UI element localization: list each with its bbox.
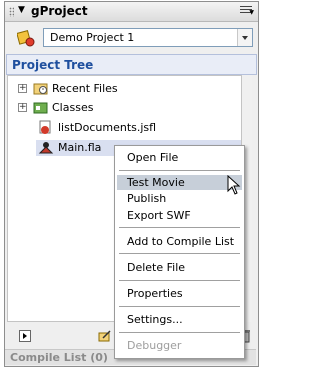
menu-item-test-movie[interactable]: Test Movie bbox=[117, 175, 242, 190]
panel-options-menu-icon[interactable]: ▼ bbox=[240, 6, 254, 16]
classes-folder-icon bbox=[33, 102, 48, 114]
menu-separator bbox=[119, 306, 240, 307]
menu-item-delete-file[interactable]: Delete File bbox=[117, 260, 242, 275]
menu-item-export-swf[interactable]: Export SWF bbox=[117, 208, 242, 223]
tree-item-label: Main.fla bbox=[58, 141, 102, 154]
project-selector-row: Demo Project 1 bbox=[5, 22, 258, 54]
project-dropdown[interactable]: Demo Project 1 bbox=[43, 28, 253, 47]
tree-item-recent-files[interactable]: + Recent Files bbox=[18, 81, 218, 97]
panel-title: gProject bbox=[31, 4, 88, 18]
collapse-arrow-icon[interactable]: ▼ bbox=[18, 5, 25, 15]
gripper-icon[interactable] bbox=[9, 7, 14, 17]
project-dropdown-value: Demo Project 1 bbox=[50, 31, 135, 44]
folder-clock-icon bbox=[33, 83, 48, 95]
menu-separator bbox=[119, 280, 240, 281]
menu-item-settings[interactable]: Settings... bbox=[117, 312, 242, 327]
project-icon bbox=[17, 30, 35, 47]
tree-item-label: Classes bbox=[52, 101, 94, 114]
tree-item-label: Recent Files bbox=[52, 82, 118, 95]
menu-separator bbox=[119, 332, 240, 333]
menu-item-publish[interactable]: Publish bbox=[117, 191, 242, 206]
menu-separator bbox=[119, 227, 240, 228]
tree-item-label: listDocuments.jsfl bbox=[58, 121, 157, 134]
mouse-cursor-icon bbox=[227, 175, 241, 195]
menu-item-add-to-compile-list[interactable]: Add to Compile List bbox=[117, 234, 242, 249]
jsfl-file-icon bbox=[39, 120, 51, 134]
menu-separator bbox=[119, 170, 240, 171]
panel-titlebar[interactable]: ▼ gProject ▼ bbox=[5, 2, 258, 22]
tree-item-jsfl[interactable]: listDocuments.jsfl bbox=[38, 120, 238, 136]
play-icon[interactable] bbox=[19, 330, 31, 342]
tree-item-classes[interactable]: + Classes bbox=[18, 100, 218, 116]
menu-separator bbox=[119, 253, 240, 254]
fla-file-icon bbox=[38, 142, 54, 154]
expand-icon[interactable]: + bbox=[18, 84, 27, 93]
project-tree-header: Project Tree bbox=[6, 54, 257, 75]
compile-list-label: Compile List (0) bbox=[10, 351, 108, 364]
menu-item-open-file[interactable]: Open File bbox=[117, 150, 242, 165]
project-tree-title: Project Tree bbox=[12, 58, 94, 72]
expand-icon[interactable]: + bbox=[18, 103, 27, 112]
context-menu: Open File Test Movie Publish Export SWF … bbox=[114, 145, 245, 359]
edit-icon[interactable] bbox=[97, 328, 112, 343]
chevron-down-icon[interactable] bbox=[237, 29, 252, 46]
menu-item-debugger: Debugger bbox=[127, 339, 182, 352]
menu-item-properties[interactable]: Properties bbox=[117, 286, 242, 301]
